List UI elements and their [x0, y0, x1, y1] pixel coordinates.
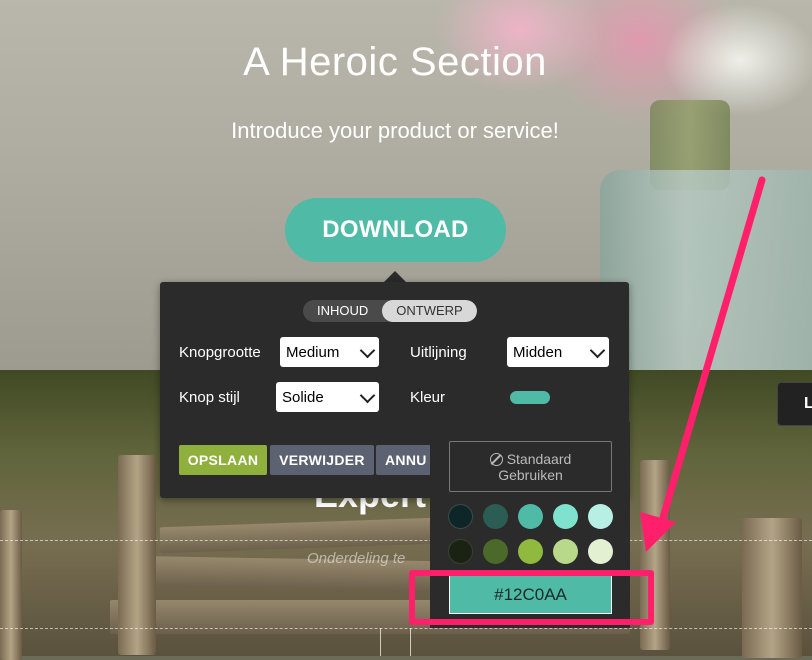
annotation-arrow [640, 176, 766, 552]
